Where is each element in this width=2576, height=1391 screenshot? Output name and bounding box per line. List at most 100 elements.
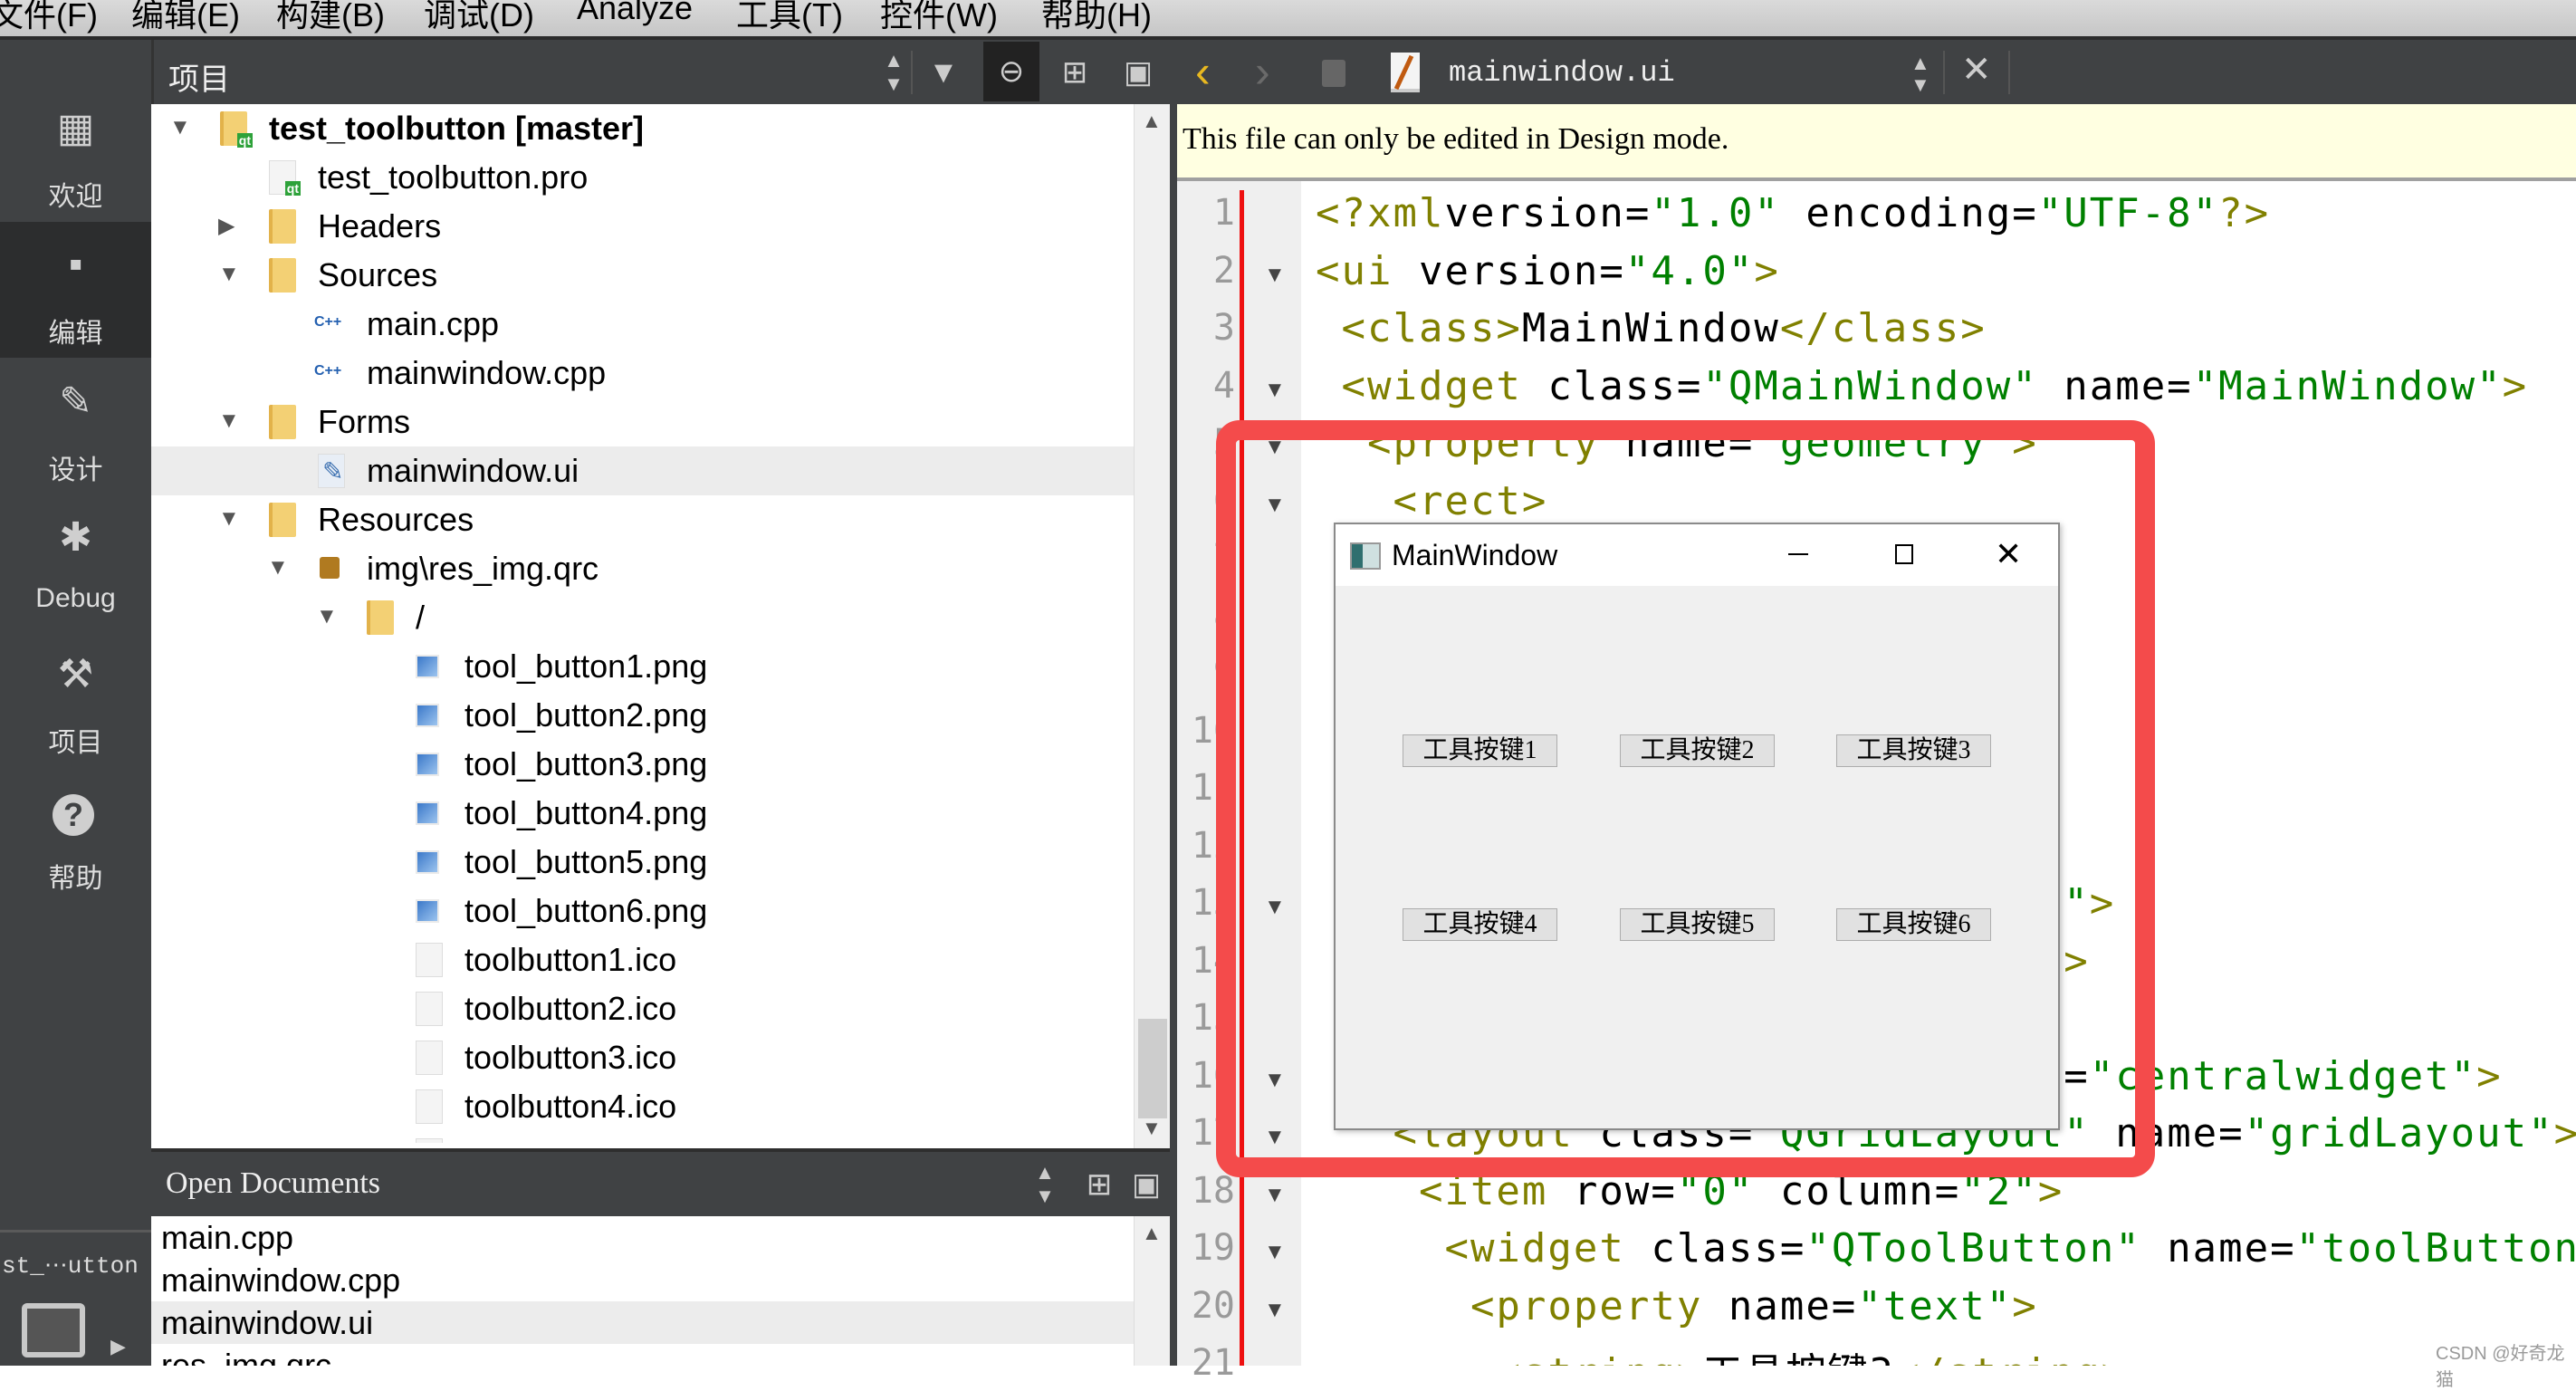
- menu-item[interactable]: 构建(B): [276, 0, 385, 36]
- fold-arrow-icon[interactable]: ▼: [1264, 378, 1286, 403]
- menu-item[interactable]: 控件(W): [880, 0, 998, 36]
- menu-item[interactable]: 编辑(E): [131, 0, 240, 36]
- code-line[interactable]: <class>MainWindow</class>: [1316, 305, 1987, 351]
- code-line[interactable]: <string>工具按键3</string>: [1316, 1340, 2127, 1366]
- code-line[interactable]: <ui version="4.0">: [1316, 248, 1780, 294]
- menu-item[interactable]: Analyze: [577, 0, 693, 27]
- scroll-down-icon[interactable]: ▼: [1142, 1117, 1162, 1140]
- tree-item[interactable]: qt test_toolbutton.pro: [151, 153, 1134, 202]
- active-project-label[interactable]: st_⋯utton: [2, 1252, 139, 1280]
- tree-item[interactable]: tool_button3.png: [151, 740, 1134, 789]
- menu-item[interactable]: 文件(F): [0, 0, 98, 36]
- tree-item-label: toolbutton5.ico: [464, 1137, 676, 1143]
- headers-folder-icon: [269, 209, 296, 244]
- filter-icon[interactable]: ▼: [919, 49, 968, 96]
- code-line[interactable]: <property name="text">: [1316, 1283, 2038, 1329]
- kit-selector-arrow-icon[interactable]: ▶: [110, 1335, 126, 1358]
- tree-item-label: tool_button5.png: [464, 843, 708, 880]
- editor-filename[interactable]: mainwindow.ui: [1449, 56, 1675, 90]
- expanded-arrow-icon[interactable]: ▼: [316, 604, 338, 629]
- split-panel-icon[interactable]: ⊞: [1075, 1161, 1124, 1208]
- close-panel-icon[interactable]: ▣: [1114, 49, 1163, 96]
- open-document-item[interactable]: res_img.qrc: [151, 1344, 1134, 1366]
- menu-item[interactable]: 调试(D): [424, 0, 534, 36]
- link-sync-icon[interactable]: ⊖: [983, 42, 1039, 101]
- fold-arrow-icon[interactable]: ▼: [1264, 1240, 1286, 1265]
- tree-item[interactable]: ▼ /: [151, 593, 1134, 642]
- close-document-icon[interactable]: ✕: [1961, 49, 1992, 91]
- collapsed-arrow-icon[interactable]: ▶: [218, 213, 235, 239]
- mode-wrench[interactable]: ⚒ 项目: [0, 631, 151, 767]
- fold-arrow-icon[interactable]: ▼: [1264, 1183, 1286, 1208]
- code-text: encoding=: [1779, 190, 2038, 236]
- fold-arrow-icon[interactable]: ▼: [1264, 263, 1286, 288]
- close-panel-icon[interactable]: ▣: [1122, 1161, 1171, 1208]
- lock-icon[interactable]: [1322, 60, 1345, 87]
- bug-icon: ✱: [59, 515, 92, 560]
- divider: [1943, 51, 1945, 94]
- tree-item[interactable]: ▼ Sources: [151, 251, 1134, 300]
- tree-item[interactable]: ✎ mainwindow.ui: [151, 446, 1134, 495]
- code-line[interactable]: <widget class="QToolButton" name="toolBu…: [1316, 1225, 2576, 1271]
- tree-item[interactable]: ▼ qt test_toolbutton [master]: [151, 104, 1134, 153]
- attr-value: "UTF-8": [2037, 190, 2219, 236]
- scroll-up-icon[interactable]: ▲: [1142, 110, 1162, 133]
- tree-item[interactable]: tool_button1.png: [151, 642, 1134, 691]
- menu-item[interactable]: 工具(T): [736, 0, 843, 36]
- expanded-arrow-icon[interactable]: ▼: [218, 506, 240, 532]
- fold-arrow-icon[interactable]: ▼: [1264, 1298, 1286, 1323]
- tree-item[interactable]: C++ mainwindow.cpp: [151, 349, 1134, 398]
- kit-selector-monitor-icon[interactable]: [22, 1303, 85, 1357]
- split-panel-icon[interactable]: ⊞: [1050, 49, 1099, 96]
- tree-item[interactable]: tool_button4.png: [151, 789, 1134, 838]
- mode-grid[interactable]: ▦ 欢迎: [0, 85, 151, 221]
- mode-pencil[interactable]: ✎ 设计: [0, 359, 151, 494]
- tree-item[interactable]: ▼ Resources: [151, 495, 1134, 544]
- view-selector-updown-icon[interactable]: ▲ ▼: [1020, 1161, 1069, 1208]
- expanded-arrow-icon[interactable]: ▼: [218, 262, 240, 287]
- lock-glyph: [320, 557, 340, 579]
- tree-item[interactable]: tool_button2.png: [151, 691, 1134, 740]
- code-line[interactable]: <?xmlversion="1.0" encoding="UTF-8"?>: [1316, 190, 2270, 236]
- project-panel-title[interactable]: 项目: [168, 54, 230, 99]
- tree-item[interactable]: C++ main.cpp: [151, 300, 1134, 349]
- open-document-item[interactable]: main.cpp: [151, 1216, 1134, 1259]
- open-document-item[interactable]: mainwindow.cpp: [151, 1259, 1134, 1301]
- qt-file-icon: qt: [269, 160, 301, 196]
- tree-item[interactable]: toolbutton1.ico: [151, 935, 1134, 984]
- expanded-arrow-icon[interactable]: ▼: [267, 555, 289, 580]
- tree-item[interactable]: tool_button5.png: [151, 838, 1134, 887]
- project-tree-scrollbar[interactable]: ▲ ▼: [1134, 104, 1170, 1148]
- open-documents-title[interactable]: Open Documents: [166, 1166, 380, 1201]
- tree-item[interactable]: toolbutton2.ico: [151, 984, 1134, 1033]
- xml-tag: </string>: [1895, 1350, 2127, 1366]
- mode-help[interactable]: ? 帮助: [0, 767, 151, 903]
- tree-item[interactable]: toolbutton5.ico: [151, 1131, 1134, 1143]
- mode-edit-mode[interactable]: ▪ 编辑: [0, 222, 151, 358]
- tree-item[interactable]: tool_button6.png: [151, 887, 1134, 935]
- menu-item[interactable]: 帮助(H): [1041, 0, 1152, 36]
- code-line[interactable]: <widget class="QMainWindow" name="MainWi…: [1316, 363, 2528, 409]
- attr-value: "QMainWindow": [1702, 362, 2038, 409]
- attr-value: "1.0": [1651, 190, 1780, 236]
- panel-splitter[interactable]: [1170, 40, 1177, 1366]
- tree-item[interactable]: ▼ Forms: [151, 398, 1134, 446]
- mode-bug[interactable]: ✱ Debug: [0, 494, 151, 630]
- scroll-thumb[interactable]: [1138, 1019, 1167, 1118]
- file-icon: [416, 992, 443, 1026]
- attr-value: "gridLayout": [2244, 1110, 2554, 1156]
- scroll-up-icon[interactable]: ▲: [1142, 1222, 1162, 1245]
- tree-item[interactable]: toolbutton4.ico: [151, 1082, 1134, 1131]
- attr-value: "4.0": [1624, 247, 1755, 294]
- forward-icon[interactable]: ›: [1255, 45, 1270, 98]
- document-selector-updown-icon[interactable]: ▲ ▼: [1910, 53, 1930, 96]
- back-icon[interactable]: ‹: [1195, 45, 1211, 98]
- tree-item[interactable]: toolbutton3.ico: [151, 1033, 1134, 1082]
- open-documents-scrollbar[interactable]: ▲: [1134, 1216, 1170, 1366]
- tree-item-label: mainwindow.ui: [367, 452, 579, 489]
- expanded-arrow-icon[interactable]: ▼: [169, 115, 191, 140]
- tree-item[interactable]: ▶ Headers: [151, 202, 1134, 251]
- tree-item[interactable]: ▼ img\res_img.qrc: [151, 544, 1134, 593]
- expanded-arrow-icon[interactable]: ▼: [218, 408, 240, 434]
- open-document-item[interactable]: mainwindow.ui: [151, 1301, 1134, 1344]
